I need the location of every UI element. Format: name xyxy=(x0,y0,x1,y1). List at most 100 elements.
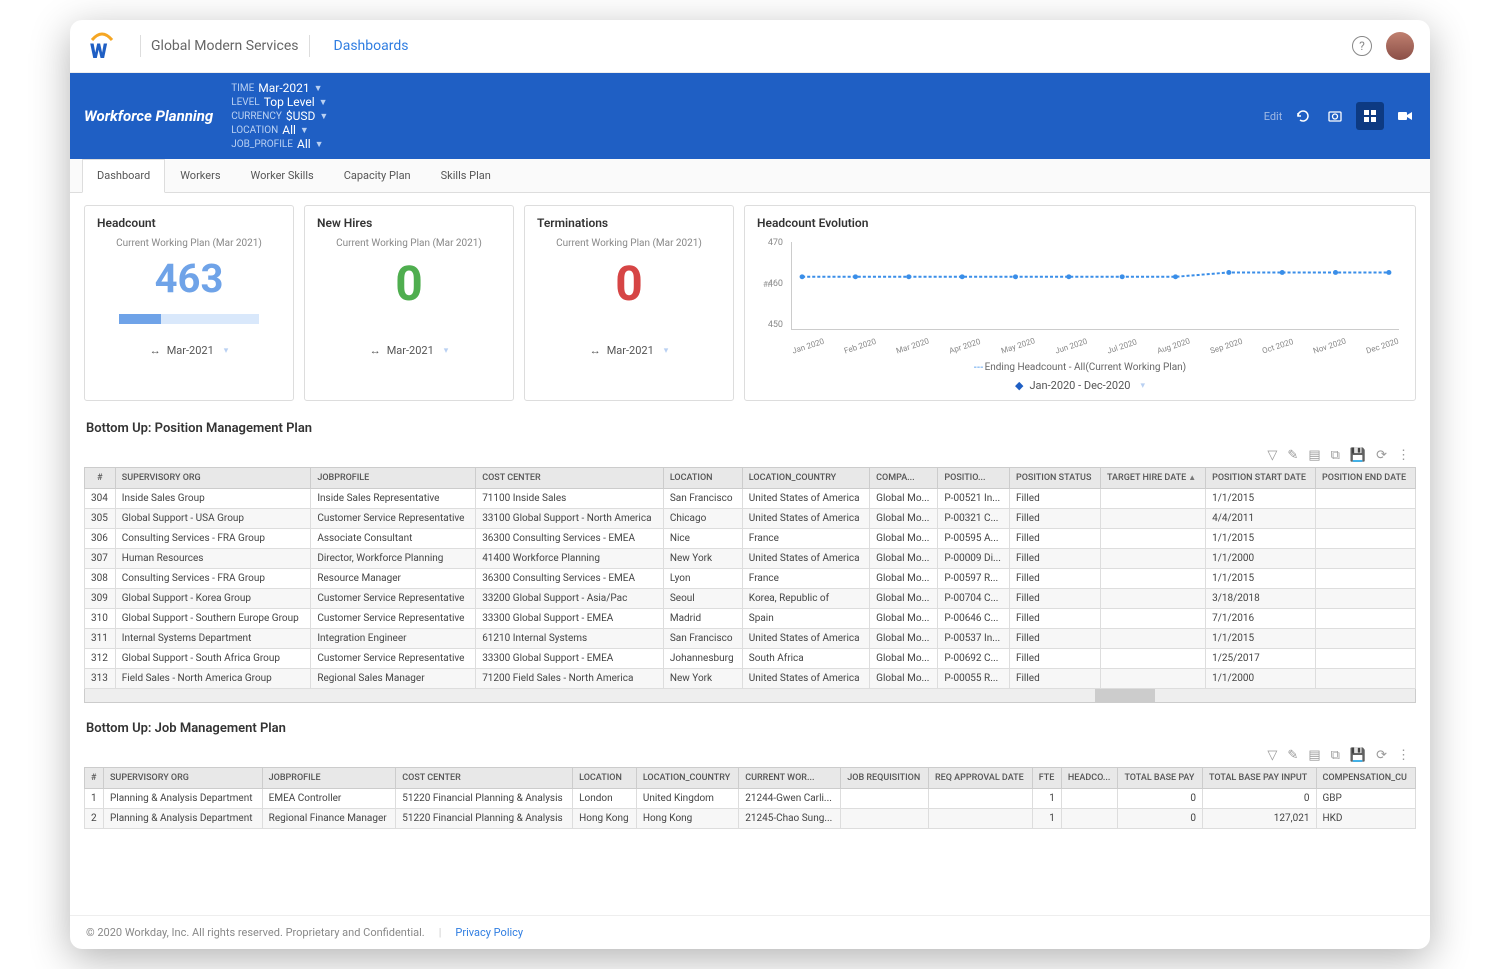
col-header[interactable]: HEADCO... xyxy=(1061,768,1118,789)
workday-logo[interactable]: W xyxy=(86,30,118,62)
period-selector[interactable]: ↔ Mar-2021 ▾ xyxy=(317,338,501,359)
video-icon[interactable] xyxy=(1394,105,1416,127)
table-row[interactable]: 309Global Support - Korea GroupCustomer … xyxy=(85,589,1416,609)
more-icon[interactable]: ⋮ xyxy=(1397,448,1410,463)
table-row[interactable]: 1Planning & Analysis DepartmentEMEA Cont… xyxy=(85,789,1416,809)
tab-dashboard[interactable]: Dashboard xyxy=(82,159,165,193)
format-icon[interactable]: ✎ xyxy=(1287,448,1298,463)
position-management-table[interactable]: #SUPERVISORY ORGJOBPROFILECOST CENTERLOC… xyxy=(84,467,1416,689)
col-header[interactable]: POSITIO... xyxy=(938,468,1010,489)
refresh-icon[interactable] xyxy=(1292,105,1314,127)
card-terminations: Terminations Current Working Plan (Mar 2… xyxy=(524,205,734,401)
col-header[interactable]: JOB REQUISITION xyxy=(841,768,929,789)
progress-bar xyxy=(119,314,259,324)
card-title: New Hires xyxy=(317,216,501,230)
camera-icon[interactable] xyxy=(1324,105,1346,127)
columns-icon[interactable]: ▤ xyxy=(1308,748,1320,763)
grid-view-icon[interactable] xyxy=(1356,102,1384,130)
col-header[interactable]: LOCATION xyxy=(663,468,742,489)
col-header[interactable]: FTE xyxy=(1032,768,1061,789)
col-header[interactable]: TOTAL BASE PAY xyxy=(1118,768,1203,789)
tab-worker-skills[interactable]: Worker Skills xyxy=(236,159,329,192)
col-header[interactable]: COMPA... xyxy=(870,468,938,489)
card-title: Headcount Evolution xyxy=(757,216,1403,230)
format-icon[interactable]: ✎ xyxy=(1287,748,1298,763)
tab-skills-plan[interactable]: Skills Plan xyxy=(426,159,506,192)
filter-job_profile[interactable]: JOB_PROFILE All ▼ xyxy=(231,137,328,151)
tab-workers[interactable]: Workers xyxy=(165,159,235,192)
col-header[interactable]: COST CENTER xyxy=(396,768,573,789)
col-header[interactable]: JOBPROFILE xyxy=(262,768,396,789)
save-icon[interactable]: 💾 xyxy=(1350,748,1366,763)
col-header[interactable]: POSITION END DATE xyxy=(1316,468,1416,489)
table-row[interactable]: 2Planning & Analysis DepartmentRegional … xyxy=(85,809,1416,829)
horizontal-scrollbar[interactable] xyxy=(84,689,1416,703)
user-avatar[interactable] xyxy=(1386,32,1414,60)
card-headcount: Headcount Current Working Plan (Mar 2021… xyxy=(84,205,294,401)
table-row[interactable]: 305Global Support - USA GroupCustomer Se… xyxy=(85,509,1416,529)
copy-icon[interactable]: ⧉ xyxy=(1331,448,1340,463)
col-header[interactable]: LOCATION_COUNTRY xyxy=(742,468,869,489)
col-header[interactable]: LOCATION xyxy=(573,768,637,789)
table-row[interactable]: 313Field Sales - North America GroupRegi… xyxy=(85,669,1416,689)
card-new-hires: New Hires Current Working Plan (Mar 2021… xyxy=(304,205,514,401)
card-title: Headcount xyxy=(97,216,281,230)
filter-level[interactable]: LEVEL Top Level ▼ xyxy=(231,95,328,109)
header-divider-2 xyxy=(309,35,310,57)
chart-period-selector[interactable]: ◆ Jan-2020 - Dec-2020 ▾ xyxy=(757,373,1403,394)
page-title: Workforce Planning xyxy=(84,107,213,125)
line-chart: 470460450 #n Jan 2020Feb 2020Mar 2020Apr… xyxy=(757,238,1403,358)
columns-icon[interactable]: ▤ xyxy=(1308,448,1320,463)
table-row[interactable]: 306Consulting Services - FRA GroupAssoci… xyxy=(85,529,1416,549)
table-row[interactable]: 304Inside Sales GroupInside Sales Repres… xyxy=(85,489,1416,509)
breadcrumb-dashboards[interactable]: Dashboards xyxy=(334,38,409,54)
card-headcount-evolution: Headcount Evolution 470460450 #n Jan 202… xyxy=(744,205,1416,401)
table-row[interactable]: 307Human ResourcesDirector, Workforce Pl… xyxy=(85,549,1416,569)
tab-capacity-plan[interactable]: Capacity Plan xyxy=(329,159,426,192)
refresh-icon[interactable]: ⟳ xyxy=(1376,448,1387,463)
col-header[interactable]: JOBPROFILE xyxy=(311,468,476,489)
svg-text:W: W xyxy=(90,39,108,62)
col-header[interactable]: # xyxy=(85,768,104,789)
filter-time[interactable]: TIME Mar-2021 ▼ xyxy=(231,81,328,95)
table-toolbar-2: ▽ ✎ ▤ ⧉ 💾 ⟳ ⋮ xyxy=(84,744,1416,767)
more-icon[interactable]: ⋮ xyxy=(1397,748,1410,763)
col-header[interactable]: COST CENTER xyxy=(476,468,664,489)
privacy-link[interactable]: Privacy Policy xyxy=(455,926,523,939)
col-header[interactable]: TARGET HIRE DATE▲ xyxy=(1100,468,1205,489)
col-header[interactable]: SUPERVISORY ORG xyxy=(115,468,311,489)
col-header[interactable]: LOCATION_COUNTRY xyxy=(636,768,738,789)
table-row[interactable]: 312Global Support - South Africa GroupCu… xyxy=(85,649,1416,669)
col-header[interactable]: CURRENT WOR... xyxy=(739,768,841,789)
period-selector[interactable]: ↔ Mar-2021 ▾ xyxy=(537,338,721,359)
col-header[interactable]: POSITION STATUS xyxy=(1009,468,1100,489)
filter-location[interactable]: LOCATION All ▼ xyxy=(231,123,328,137)
filter-currency[interactable]: CURRENCY $USD ▼ xyxy=(231,109,328,123)
help-icon[interactable]: ? xyxy=(1352,36,1372,56)
headcount-value: 463 xyxy=(97,255,281,302)
col-header[interactable]: TOTAL BASE PAY INPUT xyxy=(1203,768,1316,789)
col-header[interactable]: COMPENSATION_CU xyxy=(1316,768,1416,789)
period-selector[interactable]: ↔ Mar-2021 ▾ xyxy=(97,338,281,359)
refresh-icon[interactable]: ⟳ xyxy=(1376,748,1387,763)
filter-icon[interactable]: ▽ xyxy=(1267,748,1277,763)
y-axis-unit: #n xyxy=(763,280,772,289)
save-icon[interactable]: 💾 xyxy=(1350,448,1366,463)
new-hires-value: 0 xyxy=(317,255,501,312)
col-header[interactable]: POSITION START DATE xyxy=(1206,468,1316,489)
card-subtitle: Current Working Plan (Mar 2021) xyxy=(317,238,501,249)
edit-button[interactable]: Edit xyxy=(1260,105,1282,127)
filter-bar: Workforce Planning TIME Mar-2021 ▼LEVEL … xyxy=(70,73,1430,159)
filter-icon[interactable]: ▽ xyxy=(1267,448,1277,463)
copy-icon[interactable]: ⧉ xyxy=(1331,748,1340,763)
card-subtitle: Current Working Plan (Mar 2021) xyxy=(97,238,281,249)
col-header[interactable]: SUPERVISORY ORG xyxy=(103,768,262,789)
col-header[interactable]: REQ APPROVAL DATE xyxy=(928,768,1032,789)
table-toolbar-1: ▽ ✎ ▤ ⧉ 💾 ⟳ ⋮ xyxy=(84,444,1416,467)
job-management-table[interactable]: #SUPERVISORY ORGJOBPROFILECOST CENTERLOC… xyxy=(84,767,1416,829)
table-row[interactable]: 310Global Support - Southern Europe Grou… xyxy=(85,609,1416,629)
col-header[interactable]: # xyxy=(85,468,116,489)
table-row[interactable]: 308Consulting Services - FRA GroupResour… xyxy=(85,569,1416,589)
section-title-2: Bottom Up: Job Management Plan xyxy=(84,713,1416,744)
table-row[interactable]: 311Internal Systems DepartmentIntegratio… xyxy=(85,629,1416,649)
